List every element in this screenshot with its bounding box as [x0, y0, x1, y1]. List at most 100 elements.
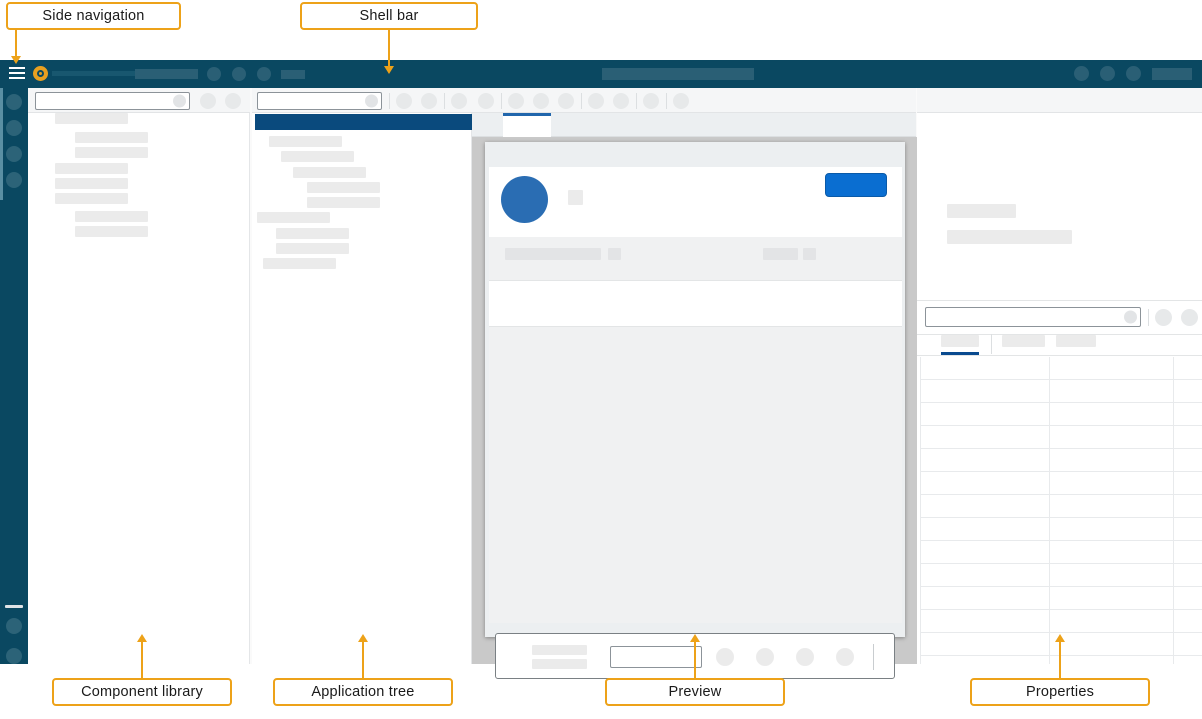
- search-icon: [365, 94, 378, 108]
- shell-bar-center-title: [602, 68, 754, 80]
- table-row: [920, 563, 1202, 564]
- preview-footer-action-b[interactable]: [756, 648, 774, 666]
- application-tree-search-input[interactable]: [257, 92, 382, 110]
- tree-item[interactable]: [269, 136, 342, 147]
- toolbar-separator: [581, 93, 582, 109]
- application-tree-add-button[interactable]: [396, 93, 412, 109]
- properties-table[interactable]: [920, 357, 1202, 664]
- list-item[interactable]: [55, 163, 128, 174]
- sidebar-item-nav-3[interactable]: [6, 146, 22, 162]
- tree-item-selected[interactable]: [255, 114, 472, 130]
- avatar: [501, 176, 548, 223]
- preview-card-title: [568, 190, 583, 205]
- side-nav-selection-indicator: [0, 88, 3, 200]
- shell-bar-action-1[interactable]: [207, 67, 221, 81]
- preview-footer-action-c[interactable]: [796, 648, 814, 666]
- tree-item[interactable]: [293, 167, 366, 178]
- toolbar-separator: [389, 93, 390, 109]
- sidebar-item-nav-1[interactable]: [6, 94, 22, 110]
- hamburger-menu-icon[interactable]: [9, 67, 25, 81]
- preview-paste-button[interactable]: [588, 93, 604, 109]
- tab-preview-active[interactable]: [503, 113, 551, 137]
- sidebar-item-nav-2[interactable]: [6, 120, 22, 136]
- arrowhead-side-navigation: [11, 56, 21, 64]
- callout-properties: Properties: [970, 678, 1150, 706]
- application-tree-delete-button[interactable]: [421, 93, 437, 109]
- preview-copy-button[interactable]: [558, 93, 574, 109]
- toolbar-separator: [873, 644, 874, 670]
- tree-item[interactable]: [276, 243, 349, 254]
- preview-card-body: [489, 327, 902, 623]
- preview-redo-button[interactable]: [508, 93, 524, 109]
- preview-footer-input[interactable]: [610, 646, 702, 668]
- preview-card-content: [489, 281, 902, 326]
- table-row: [920, 448, 1202, 449]
- preview-footer-action-d[interactable]: [836, 648, 854, 666]
- sidebar-item-nav-4[interactable]: [6, 172, 22, 188]
- component-library-filter-button[interactable]: [200, 93, 216, 109]
- preview-primary-button[interactable]: [825, 173, 887, 197]
- shell-bar-overflow-action[interactable]: [281, 70, 305, 79]
- toolbar-separator: [1148, 309, 1149, 326]
- properties-header-line-1: [947, 204, 1016, 218]
- shell-bar-search[interactable]: [135, 69, 198, 79]
- list-item[interactable]: [75, 147, 148, 158]
- preview-device-button[interactable]: [673, 93, 689, 109]
- callout-shell-bar: Shell bar: [300, 2, 478, 30]
- search-icon: [1124, 310, 1137, 324]
- list-item[interactable]: [75, 211, 148, 222]
- preview-cut-button[interactable]: [533, 93, 549, 109]
- preview-undo-button[interactable]: [478, 93, 494, 109]
- tab-properties-1[interactable]: [941, 335, 979, 347]
- leader-shell-bar: [388, 30, 390, 68]
- sidebar-item-bottom-1[interactable]: [6, 618, 22, 634]
- preview-footer-line-2: [532, 659, 587, 669]
- properties-settings-button[interactable]: [1155, 309, 1172, 326]
- preview-zoom-out-button[interactable]: [643, 93, 659, 109]
- preview-info-label: [763, 248, 798, 260]
- component-library-sort-button[interactable]: [225, 93, 241, 109]
- preview-zoom-in-button[interactable]: [613, 93, 629, 109]
- tree-item[interactable]: [307, 182, 380, 193]
- callout-label: Side navigation: [42, 8, 145, 24]
- tree-item[interactable]: [263, 258, 336, 269]
- tab-properties-3[interactable]: [1056, 335, 1096, 347]
- tree-item[interactable]: [307, 197, 380, 208]
- list-item[interactable]: [75, 132, 148, 143]
- table-row: [920, 632, 1202, 633]
- table-row: [920, 609, 1202, 610]
- arrowhead-properties: [1055, 634, 1065, 642]
- arrowhead-shell-bar: [384, 66, 394, 74]
- callout-label: Preview: [668, 684, 722, 700]
- list-item[interactable]: [55, 178, 128, 189]
- toolbar-separator: [666, 93, 667, 109]
- leader-application-tree: [362, 642, 364, 678]
- list-item[interactable]: [55, 193, 128, 204]
- list-item[interactable]: [55, 113, 128, 124]
- shell-bar-notifications-icon[interactable]: [1074, 66, 1089, 81]
- properties-search-input[interactable]: [925, 307, 1141, 327]
- table-row: [920, 379, 1202, 380]
- sidebar-item-bottom-2[interactable]: [6, 648, 22, 664]
- toolbar-separator: [991, 334, 992, 354]
- callout-label: Shell bar: [359, 8, 419, 24]
- shell-bar-help-icon[interactable]: [1126, 66, 1141, 81]
- shell-bar-user-profile[interactable]: [1152, 68, 1192, 80]
- shell-bar-action-2[interactable]: [232, 67, 246, 81]
- properties-top-toolbar: [917, 88, 1202, 113]
- tree-item[interactable]: [276, 228, 349, 239]
- app-logo-icon: [33, 66, 48, 81]
- properties-more-button[interactable]: [1181, 309, 1198, 326]
- shell-bar-action-3[interactable]: [257, 67, 271, 81]
- preview-footer-action-a[interactable]: [716, 648, 734, 666]
- table-row: [920, 425, 1202, 426]
- callout-label: Application tree: [311, 684, 415, 700]
- component-library-search-input[interactable]: [35, 92, 190, 110]
- shell-bar: [0, 60, 1202, 88]
- application-tree-more-button[interactable]: [451, 93, 467, 109]
- tab-properties-2[interactable]: [1002, 335, 1045, 347]
- list-item[interactable]: [75, 226, 148, 237]
- tree-item[interactable]: [257, 212, 330, 223]
- tree-item[interactable]: [281, 151, 354, 162]
- shell-bar-settings-icon[interactable]: [1100, 66, 1115, 81]
